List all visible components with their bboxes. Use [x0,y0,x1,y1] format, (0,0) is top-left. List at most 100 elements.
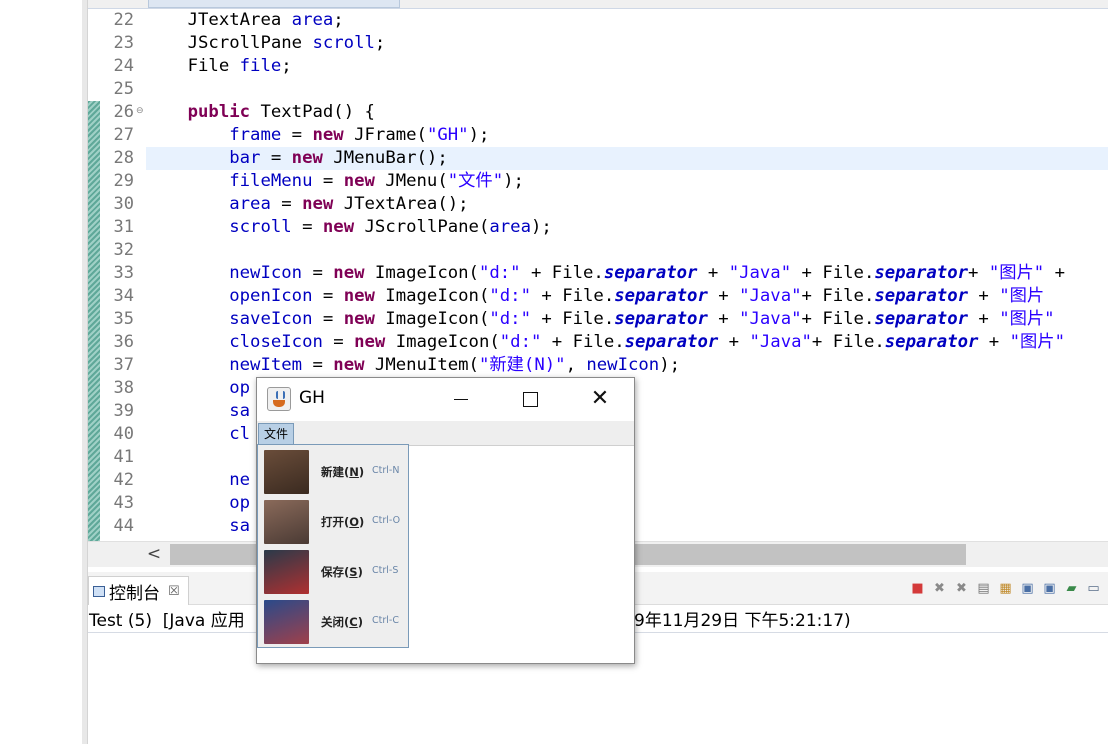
close-tab-icon[interactable]: ☒ [168,584,180,599]
display-console-icon[interactable]: ▭ [1085,580,1102,597]
menu-item-s[interactable]: 保存(S) Ctrl-S [259,547,407,597]
code-token: separator [874,286,968,306]
pin-console-icon[interactable]: ▰ [1063,580,1080,597]
tab-console[interactable]: 控制台 ☒ [88,576,189,605]
menu-item-label: 保存(S) [321,565,363,579]
code-token: + [697,263,729,283]
code-token: sa [229,516,251,536]
code-line[interactable]: area = new JTextArea(); [146,193,468,216]
line-number: 32 [113,240,134,260]
show-on-output-icon[interactable]: ▣ [1041,580,1058,597]
scroll-lock-icon[interactable]: ▦ [997,580,1014,597]
code-token: public [187,102,251,122]
window-titlebar[interactable]: GH ✕ [257,378,634,421]
code-line[interactable]: scroll = new JScrollPane(area); [146,216,552,239]
code-token: + File. [801,309,875,329]
code-token: "图片 [999,286,1045,306]
console-icon [93,585,105,597]
line-number: 26 [113,102,134,122]
remove-all-icon[interactable]: ✖ [953,580,970,597]
code-token: "GH" [426,125,469,145]
process-name: Test (5) [Java 应用 [89,611,245,631]
line-number: 28 [113,148,134,168]
code-token: new [312,125,344,145]
line-number: 34 [113,286,134,306]
code-token: ImageIcon( [385,332,500,352]
menu-item-label: 打开(O) [321,515,365,529]
code-token: "图片" [988,263,1045,283]
code-line[interactable]: openIcon = new ImageIcon("d:" + File.sep… [146,285,1044,308]
code-line[interactable]: newItem = new JMenuItem("新建(N)", newIcon… [146,354,680,377]
line-number: 25 [113,79,134,99]
word-wrap-icon[interactable]: ▣ [1019,580,1036,597]
clear-console-icon[interactable]: ▤ [975,580,992,597]
code-token: "Java" [739,309,802,329]
code-token: + [718,332,750,352]
remove-launch-icon[interactable]: ✖ [931,580,948,597]
code-token: frame [229,125,282,145]
code-token: new [333,263,365,283]
code-token: new [343,171,375,191]
line-number: 33 [113,263,134,283]
fold-toggle-icon[interactable]: ⊖ [136,107,145,116]
terminate-icon[interactable]: ■ [909,580,926,597]
minimize-button[interactable] [438,384,484,414]
line-number: 35 [113,309,134,329]
code-token: = [312,286,344,306]
code-token: + File. [530,309,615,329]
code-line[interactable]: newIcon = new ImageIcon("d:" + File.sepa… [146,262,1065,285]
menu-item-label: 关闭(C) [321,615,363,629]
menu-item-accelerator: Ctrl-S [372,565,399,576]
code-token: separator [614,309,708,329]
code-token: + File. [520,263,604,283]
code-token: new [354,332,386,352]
code-token: = [302,355,334,375]
code-line[interactable]: frame = new JFrame("GH"); [146,124,489,147]
line-number: 24 [113,56,134,76]
code-line[interactable]: JTextArea area; [146,9,344,32]
code-line[interactable]: closeIcon = new ImageIcon("d:" + File.se… [146,331,1065,354]
code-token: ne [229,470,251,490]
code-line[interactable]: saveIcon = new ImageIcon("d:" + File.sep… [146,308,1054,331]
code-line[interactable]: ne [146,469,250,492]
menu-item-o[interactable]: 打开(O) Ctrl-O [259,497,407,547]
menu-item-n[interactable]: 新建(N) Ctrl-N [259,447,407,497]
maximize-icon [522,391,538,407]
code-line[interactable]: sa [146,515,250,538]
code-token: "d:" [489,309,531,329]
code-token: ImageIcon( [374,286,490,306]
code-line[interactable]: bar = new JMenuBar(); [146,147,1108,170]
line-number: 30 [113,194,134,214]
line-number: 39 [113,401,134,421]
code-line[interactable]: JScrollPane scroll; [146,32,386,55]
line-number: 23 [113,33,134,53]
java-app-icon [267,387,291,411]
scroll-left-icon[interactable]: < [144,544,164,564]
line-number: 29 [113,171,134,191]
code-line[interactable]: op [146,492,250,515]
code-token: ); [531,217,552,237]
code-token: = [291,217,323,237]
close-button[interactable]: ✕ [577,384,623,414]
menu-item-c[interactable]: 关闭(C) Ctrl-C [259,597,407,647]
code-token: separator [624,332,719,352]
code-token: JMenuItem( [364,355,479,375]
code-token: area [489,217,531,237]
code-token: ); [468,125,490,145]
code-token: newIcon [586,355,660,375]
code-line[interactable]: File file; [146,55,292,78]
code-token: scroll [312,33,375,53]
code-line[interactable]: public TextPad() { [146,101,375,124]
line-number-gutter: 22 23 24 25 26 ⊖ 27 28 29 30 31 32 33 34 35 36 37 38 39 40 4… [100,0,146,540]
code-token: JScrollPane( [354,217,490,237]
code-token: scroll [229,217,292,237]
maximize-button[interactable] [507,384,553,414]
code-line[interactable]: fileMenu = new JMenu("文件"); [146,170,524,193]
code-token: = [322,332,355,352]
code-token: TextPad() { [250,102,375,122]
menu-file[interactable]: 文件 [258,423,295,445]
